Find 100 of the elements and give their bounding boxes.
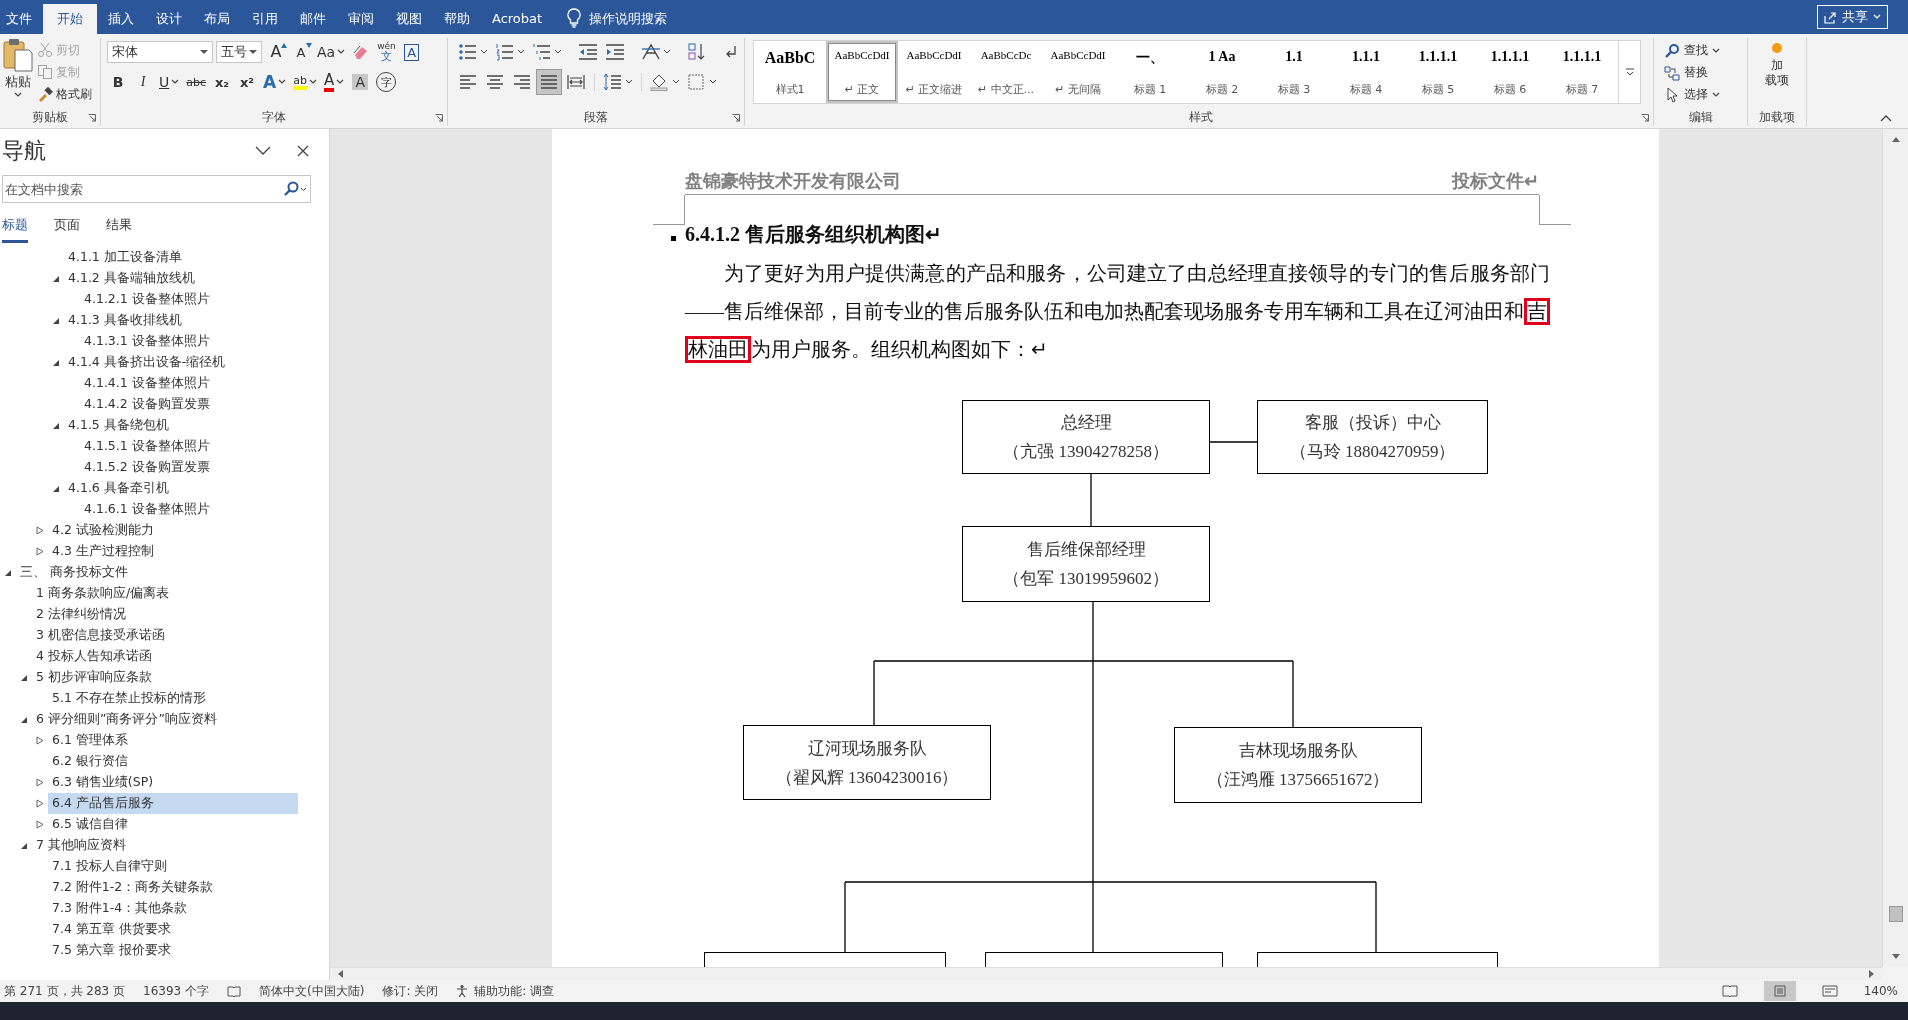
dialog-launcher-icon[interactable] — [732, 114, 740, 122]
word-count[interactable]: 16393 个字 — [143, 982, 210, 1000]
format-painter-button[interactable]: 格式刷 — [37, 84, 92, 104]
heading-item[interactable]: 4.1.5 具备绕包机 — [64, 415, 314, 436]
style-item[interactable]: 一、 标题 1 — [1114, 41, 1186, 103]
share-button[interactable]: 共享 — [1817, 5, 1888, 29]
heading-item[interactable]: 7.4 第五章 供货要求 — [48, 919, 298, 940]
ribbon-tab[interactable]: 布局 — [193, 4, 241, 34]
search-icon[interactable] — [282, 181, 308, 197]
justify-button[interactable] — [537, 70, 561, 94]
grow-font-button[interactable]: A — [265, 40, 287, 64]
collapsed-triangle-icon[interactable] — [36, 526, 44, 535]
heading-item[interactable]: 6.2 银行资信 — [48, 751, 298, 772]
language-status[interactable]: 简体中文(中国大陆) — [259, 982, 365, 1000]
heading-item[interactable]: 4.1.4.1 设备整体照片 — [80, 373, 329, 394]
book-icon[interactable] — [227, 985, 242, 997]
heading-item[interactable]: 4.1.6.1 设备整体照片 — [80, 499, 329, 520]
heading-item[interactable]: 4.1.3.1 设备整体照片 — [80, 331, 329, 352]
style-item[interactable]: 1.1.1.1 标题 6 — [1474, 41, 1546, 103]
expanded-triangle-icon[interactable] — [4, 568, 12, 577]
style-item[interactable]: AaBbCcDdI ↵ 正文缩进 — [898, 41, 970, 103]
heading-item[interactable]: 6.3 销售业绩(SP) — [48, 772, 298, 793]
heading-item[interactable]: 4.2 试验检测能力 — [48, 520, 298, 541]
heading-item[interactable]: 7.3 附件1-4：其他条款 — [48, 898, 298, 919]
ribbon-tab[interactable]: Acrobat — [481, 4, 554, 34]
subscript-button[interactable]: x₂ — [211, 70, 234, 94]
phonetic-guide-button[interactable]: wén 文 — [375, 40, 398, 64]
style-item[interactable]: AaBbCcDdI ↵ 正文 — [826, 41, 898, 103]
ribbon-tab[interactable]: 审阅 — [337, 4, 385, 34]
expanded-triangle-icon[interactable] — [20, 841, 28, 850]
ribbon-tab[interactable]: 插入 — [97, 4, 145, 34]
scroll-left-icon[interactable] — [336, 969, 344, 979]
close-icon[interactable] — [297, 145, 309, 157]
scroll-down-icon[interactable] — [1890, 953, 1901, 961]
change-case-button[interactable]: Aa — [315, 40, 348, 64]
heading-item[interactable]: 4.1.5.2 设备购置发票 — [80, 457, 329, 478]
highlight-button[interactable]: ab — [291, 70, 319, 94]
select-button[interactable]: 选择 — [1664, 84, 1737, 105]
bold-button[interactable]: B — [107, 70, 129, 94]
heading-item[interactable]: 3 机密信息接受承诺函 — [32, 625, 282, 646]
expanded-triangle-icon[interactable] — [20, 673, 28, 682]
ribbon-tab[interactable]: 视图 — [385, 4, 433, 34]
style-item[interactable]: AaBbCcDc ↵ 中文正... — [970, 41, 1042, 103]
ribbon-tab[interactable]: 开始 — [43, 4, 97, 34]
font-name-field[interactable]: 宋体 — [107, 41, 213, 63]
heading-item[interactable]: 4.1.2.1 设备整体照片 — [80, 289, 329, 310]
accessibility-status[interactable]: 辅助功能: 调查 — [456, 982, 555, 1000]
ribbon-tab[interactable]: 文件 — [4, 4, 43, 34]
heading-item[interactable]: 4.1.6 具备牵引机 — [64, 478, 314, 499]
heading-item[interactable]: 4.1.4.2 设备购置发票 — [80, 394, 329, 415]
heading-item[interactable]: 4 投标人告知承诺函 — [32, 646, 282, 667]
style-item[interactable]: AaBbC 样式1 — [754, 41, 826, 103]
ribbon-tab[interactable]: 邮件 — [289, 4, 337, 34]
chevron-down-icon[interactable] — [255, 146, 271, 156]
heading-item[interactable]: 7 其他响应资料 — [32, 835, 282, 856]
collapsed-triangle-icon[interactable] — [36, 799, 44, 808]
style-item[interactable]: 1 Aa 标题 2 — [1186, 41, 1258, 103]
style-item[interactable]: AaBbCcDdI ↵ 无间隔 — [1042, 41, 1114, 103]
dialog-launcher-icon[interactable] — [88, 114, 96, 122]
heading-item[interactable]: 1 商务条款响应/偏离表 — [32, 583, 282, 604]
pane-tab[interactable]: 页面 — [54, 209, 80, 243]
heading-item[interactable]: 三、 商务投标文件 — [16, 562, 266, 583]
heading-item[interactable]: 6 评分细则”商务评分”响应资料 — [32, 709, 282, 730]
heading-item[interactable]: 4.1.1 加工设备清单 — [64, 247, 314, 268]
paste-button[interactable]: 粘贴 — [3, 38, 33, 108]
heading-item[interactable]: 4.1.4 具备挤出设备-缩径机 — [64, 352, 314, 373]
shrink-font-button[interactable]: A — [290, 40, 312, 64]
heading-item[interactable]: 4.1.5.1 设备整体照片 — [80, 436, 329, 457]
ribbon-tab[interactable]: 设计 — [145, 4, 193, 34]
style-item[interactable]: 1.1.1 标题 4 — [1330, 41, 1402, 103]
heading-item[interactable]: 6.1 管理体系 — [48, 730, 298, 751]
heading-item[interactable]: 4.1.3 具备收排线机 — [64, 310, 314, 331]
text-effect-button[interactable]: A — [261, 70, 289, 94]
scroll-right-icon[interactable] — [1868, 969, 1876, 979]
heading-item[interactable]: 4.1.2 具备端轴放线机 — [64, 268, 314, 289]
collapsed-triangle-icon[interactable] — [36, 736, 44, 745]
ribbon-tab[interactable]: 帮助 — [433, 4, 481, 34]
strikethrough-button[interactable]: abc — [184, 70, 209, 94]
heading-item[interactable]: 4.3 生产过程控制 — [48, 541, 298, 562]
font-color-button[interactable]: A — [321, 70, 347, 94]
dialog-launcher-icon[interactable] — [1641, 114, 1649, 122]
dialog-launcher-icon[interactable] — [435, 114, 443, 122]
expanded-triangle-icon[interactable] — [52, 274, 60, 283]
style-item[interactable]: 1.1.1.1 标题 7 — [1546, 41, 1618, 103]
expanded-triangle-icon[interactable] — [52, 421, 60, 430]
collapse-ribbon-icon[interactable] — [1880, 114, 1892, 122]
heading-item[interactable]: 6.4 产品售后服务 — [48, 793, 298, 814]
heading-item[interactable]: 5.1 不存在禁止投标的情形 — [48, 688, 298, 709]
add-ins-button[interactable]: 加 载项 — [1765, 38, 1789, 108]
heading-item[interactable]: 7.5 第六章 报价要求 — [48, 940, 298, 961]
expanded-triangle-icon[interactable] — [20, 715, 28, 724]
page-count[interactable]: 第 271 页，共 283 页 — [4, 982, 126, 1000]
italic-button[interactable]: I — [132, 70, 154, 94]
style-item[interactable]: 1.1.1.1 标题 5 — [1402, 41, 1474, 103]
font-size-field[interactable]: 五号 — [216, 41, 262, 63]
heading-item[interactable]: 2 法律纠纷情况 — [32, 604, 282, 625]
style-item[interactable]: 1.1 标题 3 — [1258, 41, 1330, 103]
replace-button[interactable]: 替换 — [1664, 62, 1737, 83]
track-changes-status[interactable]: 修订: 关闭 — [382, 982, 439, 1000]
expanded-triangle-icon[interactable] — [52, 316, 60, 325]
